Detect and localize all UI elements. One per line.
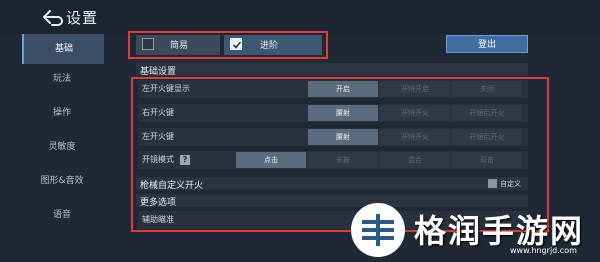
logout-button[interactable]: 登出 (446, 35, 528, 53)
sidebar-item-sensitivity[interactable]: 灵敏度 (22, 132, 102, 162)
sidebar-item-graphics-audio[interactable]: 图形&音效 (22, 166, 102, 196)
watermark-url: www.hngrjd.com (510, 246, 577, 255)
sidebar-item-basic[interactable]: 基础 (22, 34, 104, 64)
basic-settings-header: 基础设置 (136, 63, 528, 77)
basic-settings-title: 基础设置 (140, 67, 177, 77)
highlight-box-mode (128, 31, 328, 59)
watermark-logo-icon (351, 203, 405, 257)
sidebar-item-gameplay[interactable]: 玩法 (22, 64, 102, 94)
back-arrow-icon[interactable] (40, 7, 64, 27)
sidebar-item-controls[interactable]: 操作 (22, 98, 102, 128)
page-title: 设置 (66, 9, 99, 27)
sidebar: 基础 玩法 操作 灵敏度 图形&音效 语音 (16, 34, 108, 262)
sidebar-item-voice[interactable]: 语音 (22, 200, 102, 230)
